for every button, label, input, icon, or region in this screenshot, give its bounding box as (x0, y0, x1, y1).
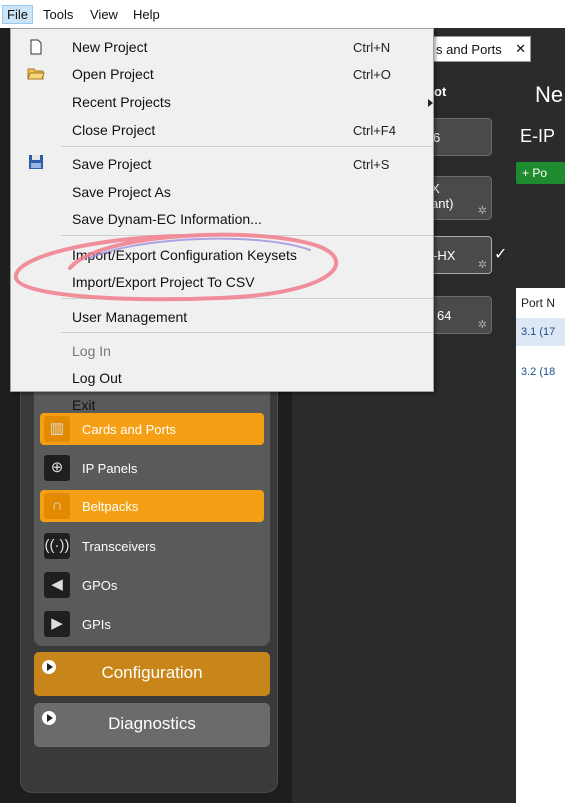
port-table-header: Port N (521, 296, 556, 310)
menu-item-user-management[interactable]: User Management (72, 309, 187, 325)
nav-item-beltpacks[interactable]: ∩ Beltpacks (40, 490, 264, 522)
checkmark-icon: ✓ (494, 246, 508, 263)
gear-icon[interactable]: ✲ (478, 258, 487, 271)
add-port-button[interactable]: + Po (516, 162, 565, 184)
menu-item-save-dynam-ec-information[interactable]: Save Dynam-EC Information... (72, 211, 262, 227)
menu-separator (61, 235, 433, 236)
menu-item-recent-projects[interactable]: Recent Projects (72, 94, 171, 110)
menu-item-exit[interactable]: Exit (72, 397, 95, 413)
nav-item-ip-panels[interactable]: ⊕ IP Panels (40, 452, 264, 484)
save-floppy-icon (29, 155, 43, 169)
cards-icon: ▥ (44, 416, 70, 442)
menu-item-open-project[interactable]: Open Project (72, 66, 154, 82)
nav-item-label: Transceivers (82, 539, 156, 554)
tab-label: s and Ports (436, 42, 502, 57)
shortcut-text: Ctrl+S (353, 157, 390, 172)
nav-item-label: Beltpacks (82, 499, 139, 514)
close-icon[interactable]: ✕ (515, 41, 526, 57)
new-document-icon (30, 39, 42, 55)
device-label: -HX (433, 248, 456, 263)
menu-item-import-export-csv[interactable]: Import/Export Project To CSV (72, 274, 255, 290)
section-diagnostics[interactable]: Diagnostics (34, 703, 270, 747)
menu-item-import-export-keysets[interactable]: Import/Export Configuration Keysets (72, 247, 297, 263)
gpi-icon: ▶ (44, 611, 70, 637)
shortcut-text: Ctrl+N (353, 40, 391, 55)
section-label: Configuration (101, 663, 203, 682)
menu-tools[interactable]: Tools (43, 7, 73, 22)
nav-item-gpos[interactable]: ◀ GPOs (40, 569, 264, 601)
file-menu-dropdown: New Project Ctrl+N Open Project Ctrl+O R… (10, 28, 434, 413)
antenna-icon: ((·)) (44, 533, 70, 559)
menu-item-log-in[interactable]: Log In (72, 343, 111, 359)
section-label: Diagnostics (108, 714, 196, 733)
shortcut-text: Ctrl+F4 (353, 123, 396, 138)
menu-item-save-project-as[interactable]: Save Project As (72, 184, 171, 200)
device-label: 6 (433, 130, 441, 145)
submenu-arrow-icon (428, 99, 433, 107)
device-column-header: ot (434, 84, 447, 99)
menu-separator (61, 332, 433, 333)
add-port-label: + Po (522, 166, 548, 180)
ip-panel-icon: ⊕ (44, 455, 70, 481)
device-label: 64 (437, 308, 452, 323)
detail-subtitle: E-IP (520, 126, 556, 146)
detail-title: Ne (535, 82, 564, 107)
gear-icon[interactable]: ✲ (478, 318, 487, 331)
nav-item-label: Cards and Ports (82, 422, 176, 437)
menu-file[interactable]: File (2, 5, 33, 24)
gpo-icon: ◀ (44, 572, 70, 598)
menu-separator (61, 298, 433, 299)
menu-bar: File Tools View Help (0, 0, 565, 28)
menu-item-new-project[interactable]: New Project (72, 39, 147, 55)
table-row[interactable]: 3.1 (17 (521, 326, 555, 338)
menu-item-save-project[interactable]: Save Project (72, 156, 151, 172)
tab-cards-and-ports[interactable]: s and Ports ✕ (433, 36, 531, 62)
nav-item-label: GPOs (82, 578, 118, 593)
section-configuration[interactable]: Configuration (34, 652, 270, 696)
gear-icon[interactable]: ✲ (478, 204, 487, 217)
headset-icon: ∩ (44, 493, 70, 519)
menu-item-close-project[interactable]: Close Project (72, 122, 155, 138)
menu-item-log-out[interactable]: Log Out (72, 370, 122, 386)
table-row[interactable]: 3.2 (18 (521, 366, 555, 378)
menu-separator (61, 146, 433, 147)
nav-item-transceivers[interactable]: ((·)) Transceivers (40, 530, 264, 562)
nav-item-gpis[interactable]: ▶ GPIs (40, 608, 264, 640)
shortcut-text: Ctrl+O (353, 67, 391, 82)
menu-help[interactable]: Help (133, 7, 160, 22)
menu-view[interactable]: View (90, 7, 118, 22)
nav-item-cards-and-ports[interactable]: ▥ Cards and Ports (40, 413, 264, 445)
nav-item-label: GPIs (82, 617, 111, 632)
nav-item-label: IP Panels (82, 461, 138, 476)
device-label: X ant) (431, 181, 454, 211)
open-folder-icon (27, 68, 45, 80)
